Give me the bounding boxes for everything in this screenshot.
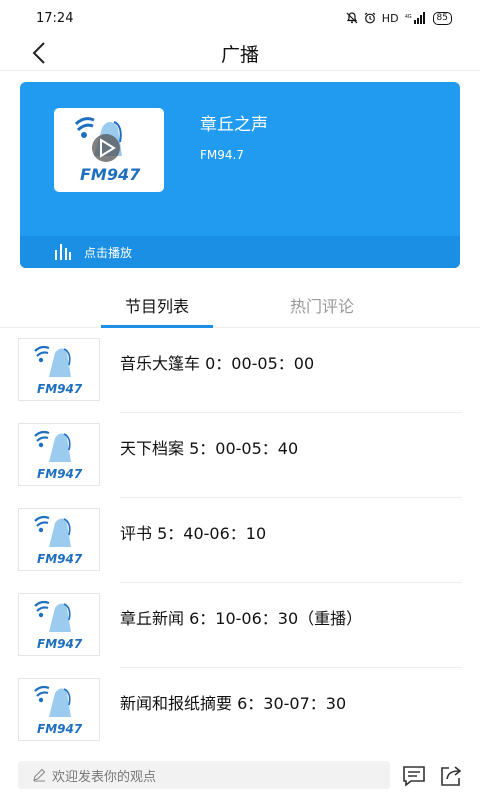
program-item[interactable]: FM947 音乐大篷车 0：00-05：00 [0,328,480,413]
network-type: HD [381,11,399,25]
station-cover[interactable]: FM947 [54,108,164,192]
program-title: 评书 5：40-06：10 [120,524,267,543]
play-button[interactable]: 点击播放 [20,236,460,268]
fm947-logo-icon: FM947 [34,600,83,651]
fm947-logo-icon: FM947 [34,515,83,566]
program-item[interactable]: FM947 新闻和报纸摘要 6：30-07：30 [0,668,480,753]
program-title: 新闻和报纸摘要 6：30-07：30 [120,694,347,713]
program-title: 天下档案 5：00-05：40 [120,439,299,458]
radio-player-card[interactable]: FM947 章丘之声 FM94.7 点击播放 [20,82,460,268]
fm947-logo-icon: FM947 [74,117,141,184]
program-thumbnail: FM947 [18,678,100,741]
mute-icon [346,12,358,24]
program-thumbnail: FM947 [18,508,100,571]
fm947-logo-icon: FM947 [34,345,83,396]
svg-text:FM947: FM947 [37,467,83,481]
svg-text:FM947: FM947 [37,722,83,736]
tab-program-list[interactable]: 节目列表 [101,282,213,328]
signal-icon: 4G [405,12,425,24]
alarm-icon [364,12,376,24]
svg-text:4G: 4G [405,14,412,20]
back-icon[interactable] [26,39,54,67]
status-bar: 17:24 HD 4G 85 [0,0,480,36]
fm947-logo-icon: FM947 [34,430,83,481]
comment-input[interactable]: 欢迎发表你的观点 [18,761,390,789]
header: 广播 [0,36,480,70]
share-icon[interactable] [438,764,464,788]
program-thumbnail: FM947 [18,338,100,401]
station-name: 章丘之声 [200,115,268,135]
program-thumbnail: FM947 [18,593,100,656]
page-title: 广播 [220,43,259,66]
audio-bars-icon [55,244,71,260]
tab-hot-comments[interactable]: 热门评论 [266,282,378,328]
play-label: 点击播放 [84,245,133,260]
svg-text:FM947: FM947 [37,552,83,566]
svg-text:FM947: FM947 [37,637,83,651]
comment-bar: 欢迎发表你的观点 [0,752,480,800]
program-title: 音乐大篷车 0：00-05：00 [120,354,315,373]
header-divider [0,70,480,71]
program-item[interactable]: FM947 章丘新闻 6：10-06：30（重播） [0,583,480,668]
status-icons: HD 4G 85 [346,11,452,25]
status-time: 17:24 [36,10,74,26]
program-item[interactable]: FM947 评书 5：40-06：10 [0,498,480,583]
program-title: 章丘新闻 6：10-06：30（重播） [120,609,363,628]
pencil-icon [33,768,46,782]
program-item[interactable]: FM947 天下档案 5：00-05：40 [0,413,480,498]
comment-placeholder: 欢迎发表你的观点 [52,769,157,785]
tab-bar: 节目列表 热门评论 [0,282,480,328]
program-thumbnail: FM947 [18,423,100,486]
fm947-logo-icon: FM947 [34,685,83,736]
svg-text:FM947: FM947 [80,165,141,184]
battery-indicator: 85 [432,11,452,25]
station-frequency: FM94.7 [200,148,244,162]
svg-text:FM947: FM947 [37,382,83,396]
comments-icon[interactable] [401,764,427,788]
